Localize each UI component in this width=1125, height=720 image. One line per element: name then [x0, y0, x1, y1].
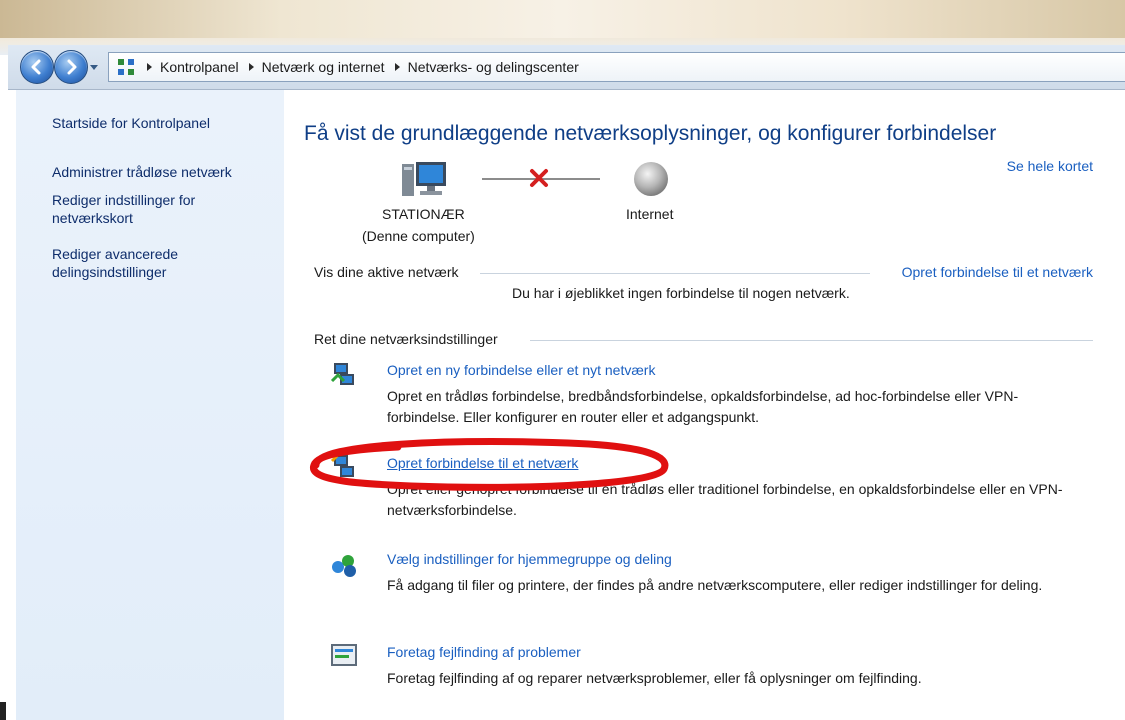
- sidebar-item-advanced-sharing[interactable]: Rediger avancerede delingsindstillinger: [52, 245, 222, 281]
- sidebar-item-control-panel-home[interactable]: Startside for Kontrolpanel: [52, 114, 272, 132]
- connect-to-network-link[interactable]: Opret forbindelse til et netværk: [902, 264, 1093, 280]
- page-title: Få vist de grundlæggende netværksoplysni…: [304, 122, 997, 145]
- computer-icon[interactable]: [402, 160, 448, 202]
- highlight-ring: [310, 438, 669, 491]
- breadcrumb-network-internet[interactable]: Netværk og internet: [262, 59, 385, 75]
- breadcrumb-separator[interactable]: [248, 63, 254, 71]
- title-bar: [0, 0, 1125, 38]
- divider: [480, 273, 870, 274]
- forward-button[interactable]: [54, 50, 88, 84]
- computer-name-label: STATIONÆR: [382, 206, 465, 222]
- internet-globe-icon[interactable]: [632, 160, 670, 198]
- address-bar[interactable]: Kontrolpanel Netværk og internet Netværk…: [108, 52, 1125, 82]
- main-content: Få vist de grundlæggende netværksoplysni…: [284, 90, 1125, 720]
- task-link-homegroup[interactable]: Vælg indstillinger for hjemmegruppe og d…: [387, 551, 672, 567]
- task-description: Opret en trådløs forbindelse, bredbåndsf…: [387, 388, 1019, 425]
- control-panel-icon: [118, 59, 134, 75]
- homegroup-icon[interactable]: [330, 551, 358, 579]
- sidebar-item-manage-wireless[interactable]: Administrer trådløse netværk: [52, 163, 272, 181]
- computer-subtitle-label: (Denne computer): [362, 228, 475, 244]
- breadcrumb-network-sharing-center[interactable]: Netværks- og delingscenter: [408, 59, 579, 75]
- breadcrumb-control-panel[interactable]: Kontrolpanel: [160, 59, 239, 75]
- breadcrumb-separator[interactable]: [394, 63, 400, 71]
- edge-mark: [0, 702, 6, 720]
- no-connection-status: Du har i øjeblikket ingen forbindelse ti…: [512, 285, 850, 301]
- task-description: Få adgang til filer og printere, der fin…: [387, 577, 1043, 593]
- navigation-bar: Kontrolpanel Netværk og internet Netværk…: [8, 45, 1125, 90]
- arrow-right-icon: [67, 59, 77, 75]
- task-description: Foretag fejlfinding af og reparer netvær…: [387, 670, 922, 686]
- divider: [530, 340, 1093, 341]
- active-networks-heading: Vis dine aktive netværk: [314, 264, 459, 280]
- sidebar: Startside for Kontrolpanel Administrer t…: [16, 90, 284, 720]
- task-link-troubleshoot[interactable]: Foretag fejlfinding af problemer: [387, 644, 581, 660]
- disconnected-x-icon[interactable]: [529, 168, 549, 188]
- see-full-map-link[interactable]: Se hele kortet: [1007, 158, 1093, 174]
- history-dropdown-button[interactable]: [90, 65, 98, 70]
- back-button[interactable]: [20, 50, 54, 84]
- network-setup-icon[interactable]: [330, 361, 358, 389]
- internet-label: Internet: [626, 206, 674, 222]
- breadcrumb-separator[interactable]: [147, 63, 152, 71]
- troubleshoot-icon[interactable]: [330, 642, 358, 670]
- arrow-left-icon: [31, 59, 41, 75]
- change-settings-heading: Ret dine netværksindstillinger: [314, 331, 498, 347]
- sidebar-item-adapter-settings[interactable]: Rediger indstillinger for netværkskort: [52, 191, 242, 227]
- task-link-new-connection[interactable]: Opret en ny forbindelse eller et nyt net…: [387, 362, 655, 378]
